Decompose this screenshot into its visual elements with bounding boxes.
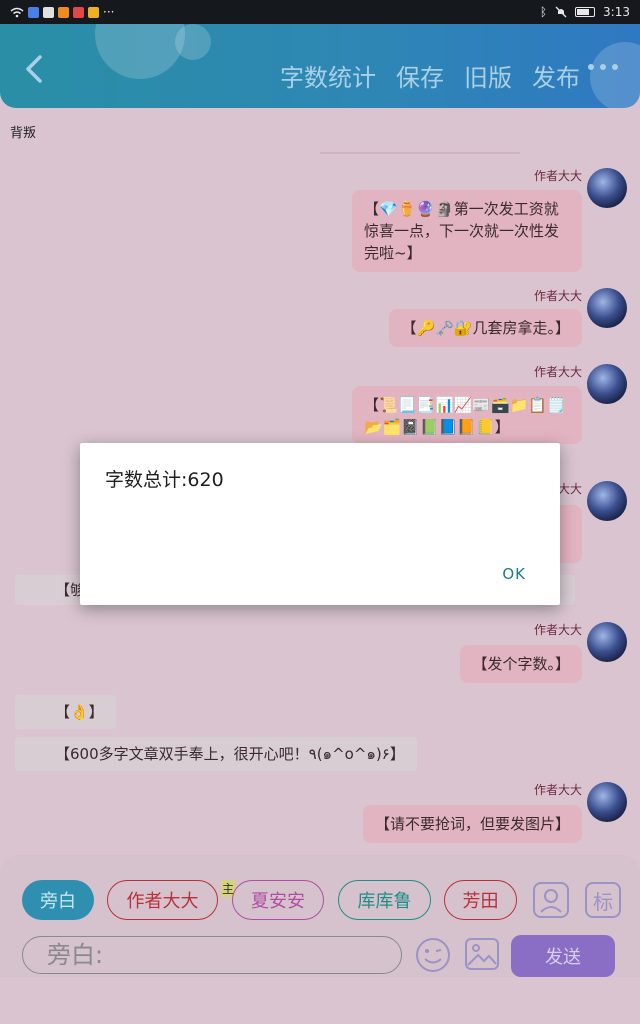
dialog-message: 字数总计:620 (105, 469, 224, 491)
word-count-dialog: 字数总计:620 OK (80, 443, 560, 605)
ok-button[interactable]: OK (502, 565, 526, 583)
